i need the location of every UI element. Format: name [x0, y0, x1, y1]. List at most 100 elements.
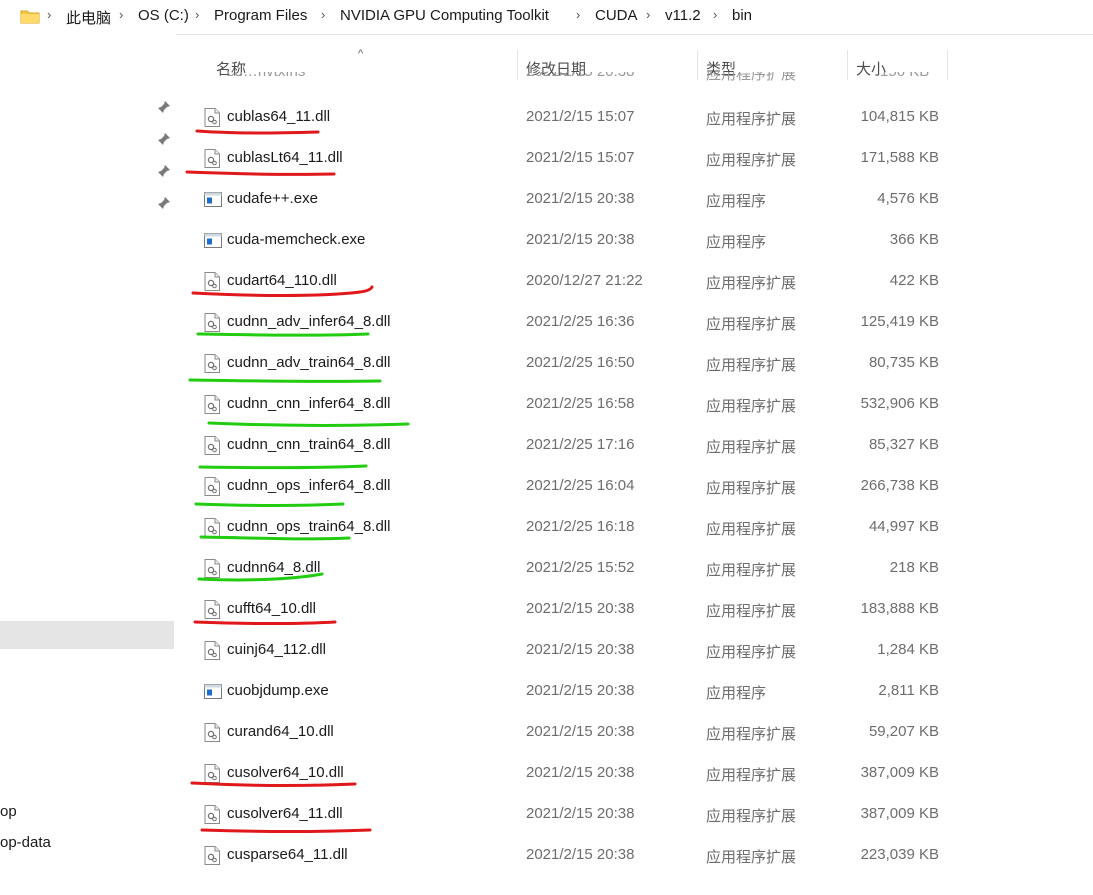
file-size: 183,888 KB	[860, 600, 939, 617]
file-type: 应用程序扩展	[706, 726, 797, 743]
breadcrumb-separator[interactable]: ›	[646, 7, 650, 22]
file-name: cudnn_adv_infer64_8.dll	[227, 313, 391, 330]
breadcrumb-version[interactable]: v11.2	[665, 7, 701, 24]
table-row[interactable]: curand64_10.dll 2021/2/15 20:38 应用程序扩展 59,2…	[190, 712, 950, 753]
table-row[interactable]: cuda-memcheck.exe 2021/2/15 20:38 应用程序 366 …	[190, 220, 950, 261]
table-row[interactable]: cudart64_110.dll 2020/12/27 21:22 应用程序扩展 42…	[190, 261, 950, 302]
pin-icon[interactable]	[157, 132, 171, 146]
file-type: 应用程序扩展	[706, 480, 797, 497]
table-row[interactable]: cusolver64_10.dll 2021/2/15 20:38 应用程序扩展 38…	[190, 753, 950, 794]
breadcrumb-separator[interactable]: ›	[47, 7, 51, 22]
file-type: 应用程序	[706, 193, 767, 210]
pin-icon[interactable]	[157, 100, 171, 114]
breadcrumb-separator[interactable]: ›	[119, 7, 123, 22]
file-date: 2021/2/15 20:38	[526, 72, 634, 80]
file-type: 应用程序扩展	[706, 275, 797, 292]
file-size: 366 KB	[889, 231, 939, 248]
file-name: cudnn_cnn_train64_8.dll	[227, 436, 391, 453]
file-type: 应用程序扩展	[706, 72, 797, 83]
file-type: 应用程序	[706, 234, 767, 251]
table-row[interactable]: cufft64_10.dll 2021/2/15 20:38 应用程序扩展 183,8…	[190, 589, 950, 630]
file-type: 应用程序扩展	[706, 767, 797, 784]
dll-file-icon	[204, 436, 220, 455]
table-row[interactable]: cuobjdump.exe 2021/2/15 20:38 应用程序 2,811 KB	[190, 671, 950, 712]
file-date: 2021/2/15 15:07	[526, 108, 635, 125]
table-row[interactable]: cudnn_ops_infer64_8.dll 2021/2/25 16:04 应用…	[190, 466, 950, 507]
table-row[interactable]: cudnn64_8.dll 2021/2/25 15:52 应用程序扩展 218 KB	[190, 548, 950, 589]
file-size: 387,009 KB	[860, 805, 939, 822]
table-row[interactable]: cudnn_cnn_train64_8.dll 2021/2/25 17:16 应用…	[190, 425, 950, 466]
file-size: 2,811 KB	[878, 682, 939, 699]
file-name: cusolver64_11.dll	[227, 805, 343, 822]
file-size: 171,588 KB	[860, 149, 939, 166]
table-row[interactable]: cudnn_adv_infer64_8.dll 2021/2/25 16:36 应用…	[190, 302, 950, 343]
breadcrumb-separator[interactable]: ›	[195, 7, 199, 22]
dll-file-icon	[204, 846, 220, 865]
file-size: 4,576 KB	[877, 190, 939, 207]
file-date: 2021/2/25 16:18	[526, 518, 635, 535]
pin-icon[interactable]	[157, 196, 171, 210]
file-name: cufft64_10.dll	[227, 600, 316, 617]
navigation-pane: op op-data	[0, 34, 176, 895]
table-row[interactable]: cudnn_adv_train64_8.dll 2021/2/25 16:50 应用…	[190, 343, 950, 384]
file-size: 44,997 KB	[868, 518, 939, 535]
exe-file-icon	[204, 191, 222, 210]
table-row[interactable]: cudafe++.exe 2021/2/15 20:38 应用程序 4,576 KB	[190, 179, 950, 220]
sidebar-item-label[interactable]: op-data	[0, 834, 51, 851]
breadcrumb-program-files[interactable]: Program Files	[214, 7, 307, 24]
address-bar[interactable]: › 此电脑 › OS (C:) › Program Files › NVIDIA…	[0, 0, 1093, 35]
dll-file-icon	[204, 518, 220, 537]
file-name: cuinj64_112.dll	[227, 641, 326, 658]
table-row[interactable]: cublas64_11.dll 2021/2/15 15:07 应用程序扩展 104,…	[190, 97, 950, 138]
dll-file-icon	[204, 395, 220, 414]
dll-file-icon	[204, 559, 220, 578]
pin-icon[interactable]	[157, 164, 171, 178]
file-date: 2021/2/25 16:58	[526, 395, 635, 412]
dll-file-icon	[204, 641, 220, 660]
table-row[interactable]: cuinj64_112.dll 2021/2/15 20:38 应用程序扩展 1,28…	[190, 630, 950, 671]
breadcrumb-separator[interactable]: ›	[321, 7, 325, 22]
breadcrumb-bin[interactable]: bin	[732, 7, 752, 24]
table-row[interactable]: cusolver64_11.dll 2021/2/15 20:38 应用程序扩展 38…	[190, 794, 950, 835]
dll-file-icon	[204, 600, 220, 619]
breadcrumb-cuda[interactable]: CUDA	[595, 7, 638, 24]
file-name: curand64_10.dll	[227, 723, 334, 740]
exe-file-icon	[204, 232, 222, 251]
table-row[interactable]: cublasLt64_11.dll 2021/2/15 15:07 应用程序扩展 17…	[190, 138, 950, 179]
file-name: cusolver64_10.dll	[227, 764, 344, 781]
table-row[interactable]: cudnn_ops_train64_8.dll 2021/2/25 16:18 应用…	[190, 507, 950, 548]
breadcrumb-separator[interactable]: ›	[713, 7, 717, 22]
file-date: 2021/2/15 20:38	[526, 231, 635, 248]
dll-file-icon	[204, 805, 220, 824]
file-size: 218 KB	[889, 559, 939, 576]
sort-ascending-icon: ^	[358, 48, 364, 60]
dll-file-icon	[204, 272, 220, 291]
file-size: 59,207 KB	[868, 723, 939, 740]
file-type: 应用程序扩展	[706, 152, 797, 169]
file-date: 2021/2/25 16:50	[526, 354, 635, 371]
breadcrumb-nvidia-toolkit[interactable]: NVIDIA GPU Computing Toolkit	[340, 7, 549, 24]
file-date: 2021/2/15 20:38	[526, 723, 635, 740]
dll-file-icon	[204, 723, 220, 742]
file-date: 2021/2/15 20:38	[526, 764, 635, 781]
file-size: 85,327 KB	[868, 436, 939, 453]
file-type: 应用程序扩展	[706, 603, 797, 620]
sidebar-selected-item[interactable]	[0, 621, 174, 649]
table-row[interactable]: cudnn_cnn_infer64_8.dll 2021/2/25 16:58 应用…	[190, 384, 950, 425]
table-row[interactable]: cusparse64_11.dll 2021/2/15 20:38 应用程序扩展 22…	[190, 835, 950, 876]
file-date: 2021/2/15 15:07	[526, 149, 635, 166]
file-name: cudnn_adv_train64_8.dll	[227, 354, 391, 371]
file-size: 156 KB	[880, 72, 929, 80]
file-name: cudnn64_8.dll	[227, 559, 321, 576]
file-date: 2021/2/25 15:52	[526, 559, 635, 576]
file-list[interactable]: ^ 名称 修改日期 类型 大小 cu…nvtxfns 2021/2/15 20:…	[190, 34, 1093, 895]
breadcrumb-drive-c[interactable]: OS (C:)	[138, 7, 189, 24]
file-name: cudnn_ops_train64_8.dll	[227, 518, 391, 535]
breadcrumb-this-pc[interactable]: 此电脑	[66, 7, 111, 28]
breadcrumb-separator[interactable]: ›	[576, 7, 580, 22]
file-size: 80,735 KB	[868, 354, 939, 371]
table-row-clipped[interactable]: cu…nvtxfns 2021/2/15 20:38 应用程序扩展 156 KB	[190, 72, 950, 84]
file-type: 应用程序扩展	[706, 357, 797, 374]
file-type: 应用程序扩展	[706, 398, 797, 415]
sidebar-item-label[interactable]: op	[0, 803, 17, 820]
